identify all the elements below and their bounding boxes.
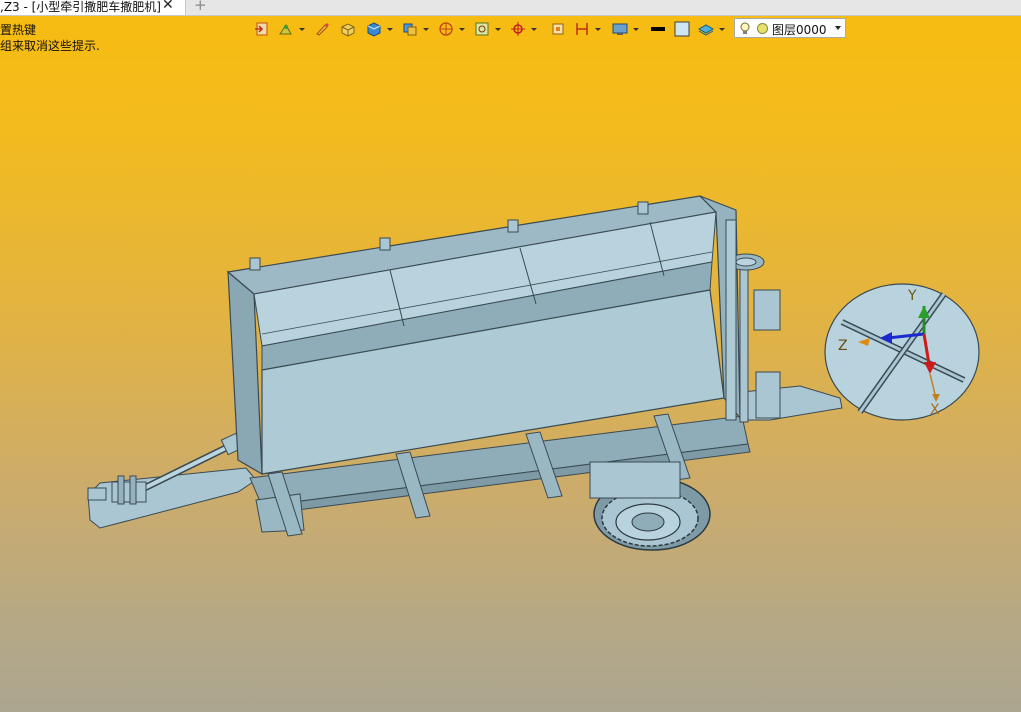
pan-target-dropdown[interactable] xyxy=(530,19,538,39)
display-settings-icon[interactable] xyxy=(610,19,632,39)
render-mode-dropdown[interactable] xyxy=(386,19,394,39)
exit-view-icon[interactable] xyxy=(252,19,274,39)
lightbulb-icon[interactable] xyxy=(739,22,751,36)
shaded-solid-icon[interactable] xyxy=(364,19,386,39)
fill-color-icon[interactable] xyxy=(672,19,694,39)
rotate-view-dropdown[interactable] xyxy=(458,19,466,39)
pencil-icon[interactable] xyxy=(312,19,334,39)
measure-dropdown[interactable] xyxy=(594,19,602,39)
layer-select-value: 图层0000 xyxy=(772,23,827,37)
zoom-window-dropdown[interactable] xyxy=(494,19,502,39)
sketch-tool-icon[interactable] xyxy=(276,19,298,39)
rotate-view-icon[interactable] xyxy=(436,19,458,39)
chevron-down-icon[interactable] xyxy=(835,26,841,30)
triad-z-label: Z xyxy=(838,338,848,354)
triad-x-label: X xyxy=(930,402,940,418)
frame-icon[interactable] xyxy=(548,19,570,39)
triad-y-label: Y xyxy=(907,288,917,304)
box-solid-icon[interactable] xyxy=(338,19,360,39)
display-settings-dropdown[interactable] xyxy=(632,19,640,39)
pan-target-icon[interactable] xyxy=(508,19,530,39)
line-style-icon[interactable] xyxy=(648,19,670,39)
3d-viewport[interactable]: X Y Z xyxy=(0,0,1021,712)
measure-icon[interactable] xyxy=(572,19,594,39)
zoom-window-icon[interactable] xyxy=(472,19,494,39)
view-cube-icon[interactable] xyxy=(400,19,422,39)
sketch-tool-dropdown[interactable] xyxy=(298,19,306,39)
layer-manager-dropdown[interactable] xyxy=(718,19,726,39)
view-cube-dropdown[interactable] xyxy=(422,19,430,39)
layer-color-swatch xyxy=(757,23,768,34)
layer-select[interactable]: 图层0000 xyxy=(734,18,846,38)
layer-manager-icon[interactable] xyxy=(696,19,718,39)
spinner-disc xyxy=(824,283,980,421)
